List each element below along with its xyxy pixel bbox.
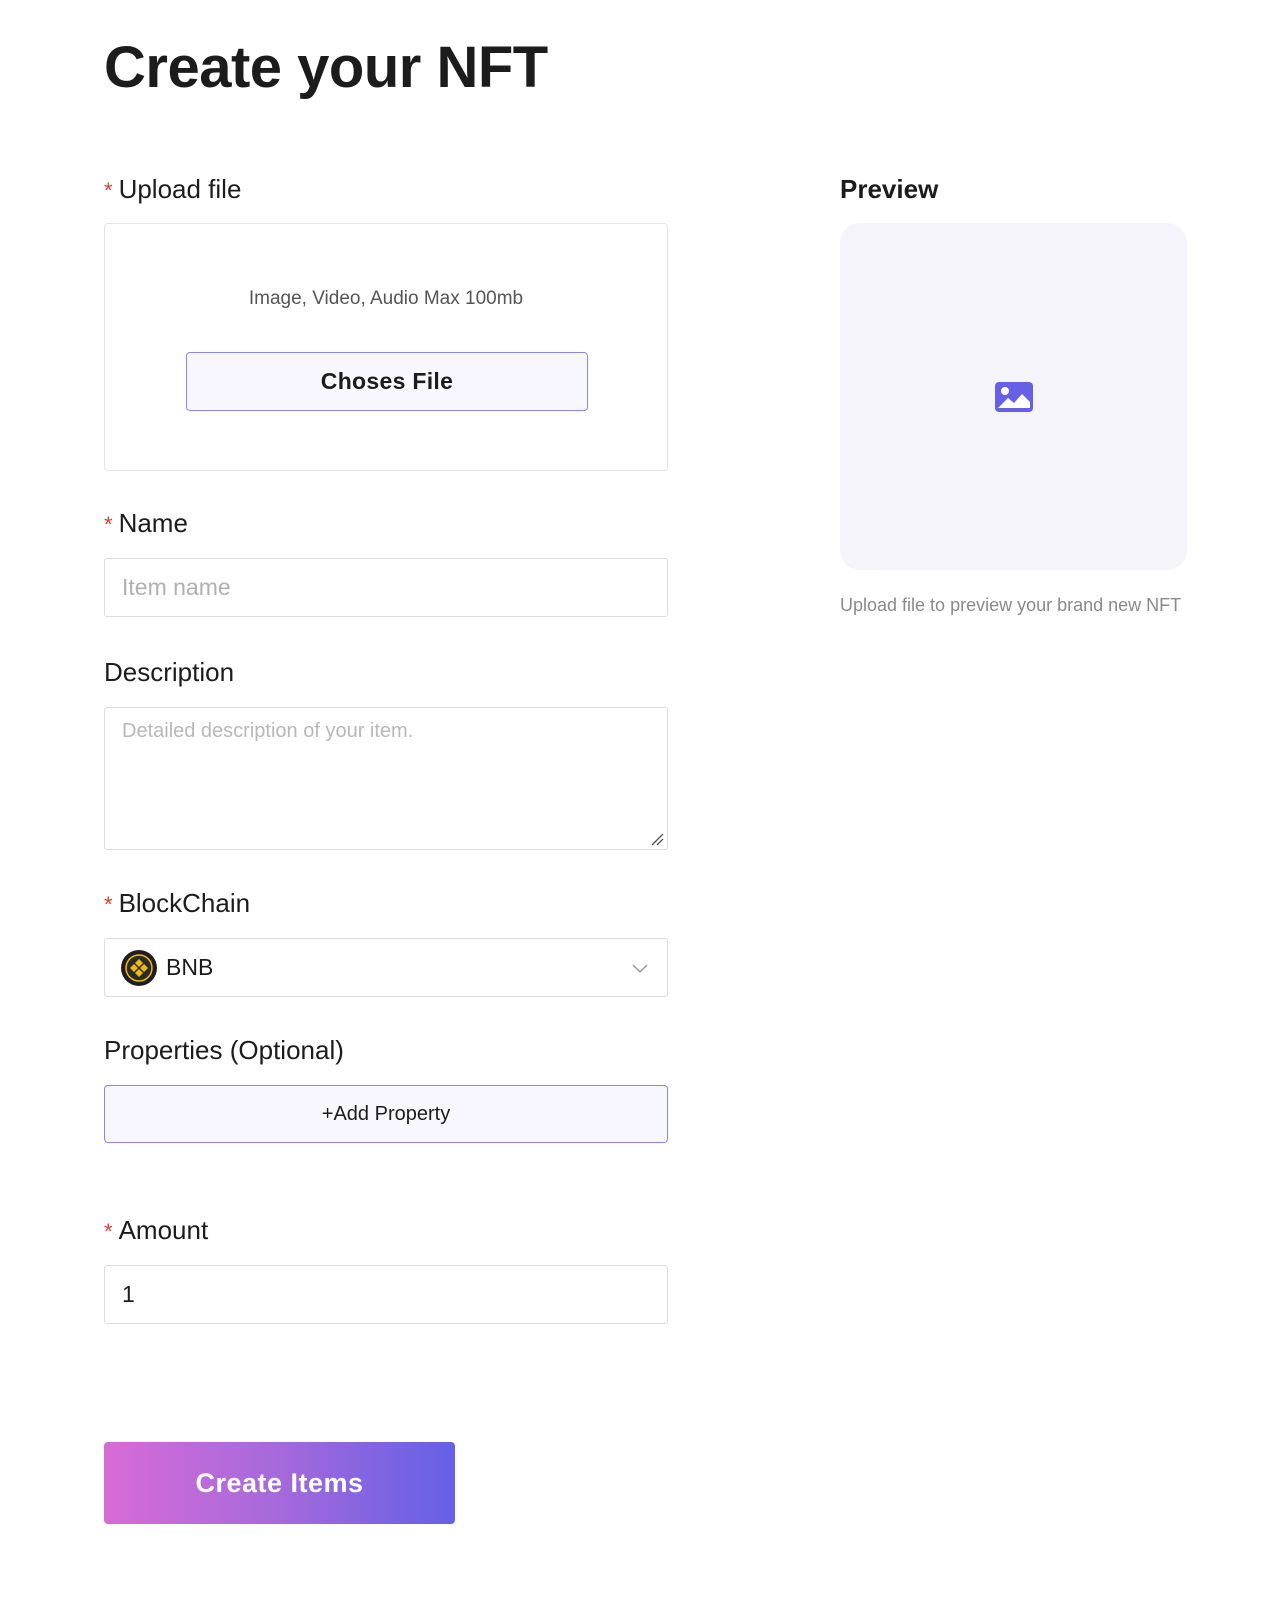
- required-mark: *: [104, 892, 113, 917]
- amount-input[interactable]: 1: [104, 1265, 668, 1324]
- required-mark: *: [104, 512, 113, 537]
- image-placeholder-icon: [994, 381, 1033, 412]
- amount-label: * Amount: [104, 1215, 208, 1246]
- choose-file-button[interactable]: Choses File: [186, 352, 588, 411]
- create-items-button[interactable]: Create Items: [104, 1442, 455, 1524]
- properties-label: Properties (Optional): [104, 1035, 344, 1066]
- preview-label: Preview: [840, 174, 939, 204]
- bnb-coin-icon: [121, 949, 157, 986]
- name-input[interactable]: Item name: [104, 558, 668, 617]
- upload-file-label-text: Upload file: [118, 174, 242, 204]
- upload-file-label: * Upload file: [104, 174, 241, 205]
- chevron-down-icon: [632, 963, 648, 973]
- amount-label-text: Amount: [118, 1215, 209, 1245]
- upload-dropzone[interactable]: Image, Video, Audio Max 100mb Choses Fil…: [104, 223, 668, 471]
- create-nft-page: Create your NFT * Upload file Image, Vid…: [0, 0, 1286, 1600]
- blockchain-label: * BlockChain: [104, 888, 250, 919]
- description-textarea[interactable]: Detailed description of your item.: [104, 707, 668, 850]
- properties-label-text: Properties (Optional): [104, 1035, 344, 1065]
- name-label: * Name: [104, 508, 188, 539]
- resize-grip-icon[interactable]: [650, 832, 664, 846]
- blockchain-label-text: BlockChain: [118, 888, 251, 918]
- description-label: Description: [104, 657, 234, 688]
- required-mark: *: [104, 1219, 113, 1244]
- preview-caption: Upload file to preview your brand new NF…: [840, 595, 1182, 615]
- add-property-button[interactable]: +Add Property: [104, 1085, 668, 1143]
- description-label-text: Description: [104, 657, 235, 687]
- blockchain-selected-value: BNB: [166, 954, 214, 980]
- required-mark: *: [104, 178, 113, 203]
- page-title: Create your NFT: [104, 35, 548, 100]
- name-label-text: Name: [118, 508, 188, 538]
- preview-panel: [840, 223, 1187, 570]
- description-placeholder: Detailed description of your item.: [122, 720, 414, 742]
- blockchain-select[interactable]: BNB: [104, 938, 668, 997]
- upload-hint: Image, Video, Audio Max 100mb: [248, 288, 524, 309]
